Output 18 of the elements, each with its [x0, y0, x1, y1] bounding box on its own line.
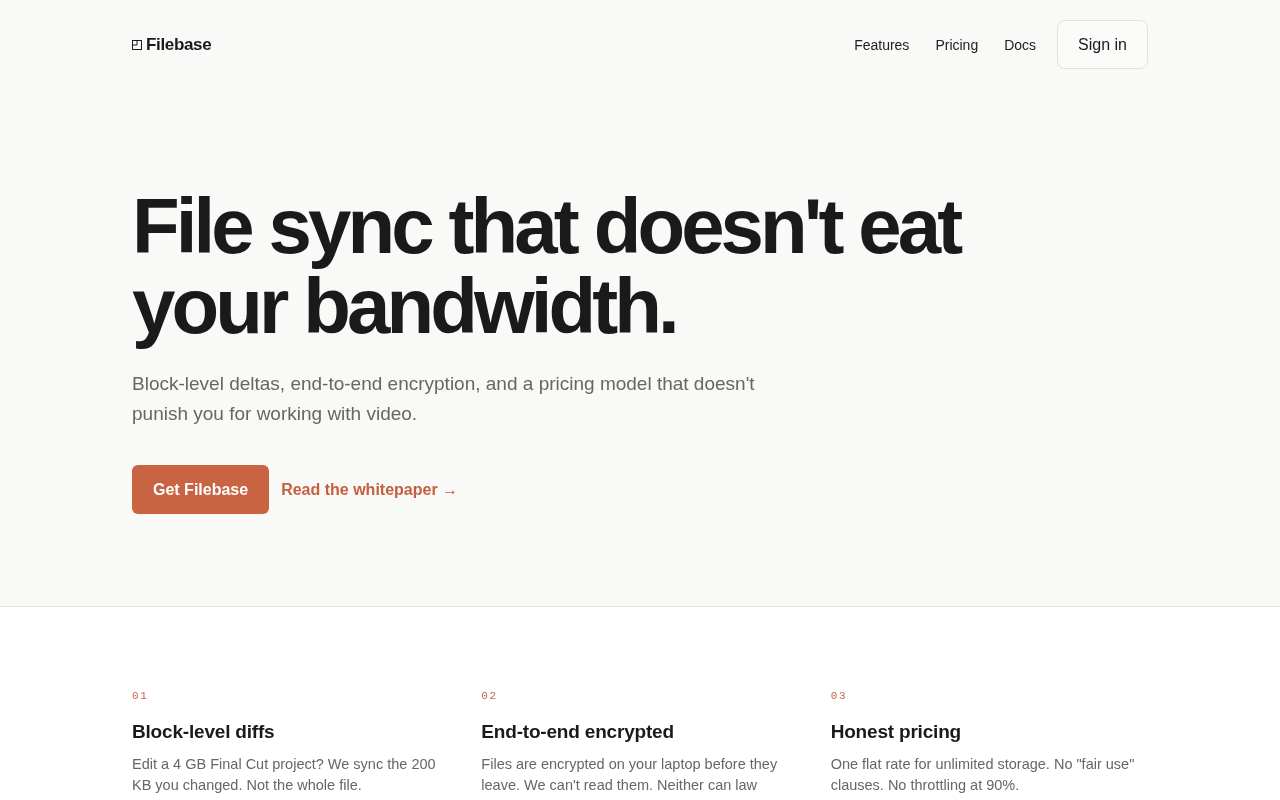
nav-link[interactable]: Features — [849, 30, 915, 59]
logo-square-icon — [132, 39, 142, 50]
feature-title: Block-level diffs — [132, 720, 275, 744]
get-filebase-button[interactable]: Get Filebase — [132, 465, 270, 514]
nav-link[interactable]: Pricing — [930, 30, 984, 59]
sign-in-button[interactable]: Sign in — [1057, 20, 1148, 69]
feature-number: 03 — [830, 689, 848, 704]
hero-subtitle: Block-level deltas, end-to-end encryption, and a pricing model that doesn't punish you for working with video. — [132, 372, 756, 426]
feature-number: 02 — [481, 689, 498, 704]
nav-link[interactable]: Docs — [999, 30, 1042, 59]
feature-description: Files are encrypted on your laptop before they leave. We can't read them. Neither can law — [481, 755, 779, 795]
feature-description: Edit a 4 GB Final Cut project? We sync the 200 KB you changed. Not the whole file. — [132, 755, 437, 795]
feature-title: End-to-end encrypted — [481, 720, 674, 744]
logo-text: Filebase — [146, 34, 212, 55]
feature-number: 01 — [132, 689, 149, 704]
feature-title: Honest pricing — [830, 720, 961, 744]
whitepaper-link[interactable]: Read the whitepaper → — [281, 480, 459, 499]
feature-description: One flat rate for unlimited storage. No "fair use" clauses. No throttling at 90%. — [830, 755, 1136, 795]
